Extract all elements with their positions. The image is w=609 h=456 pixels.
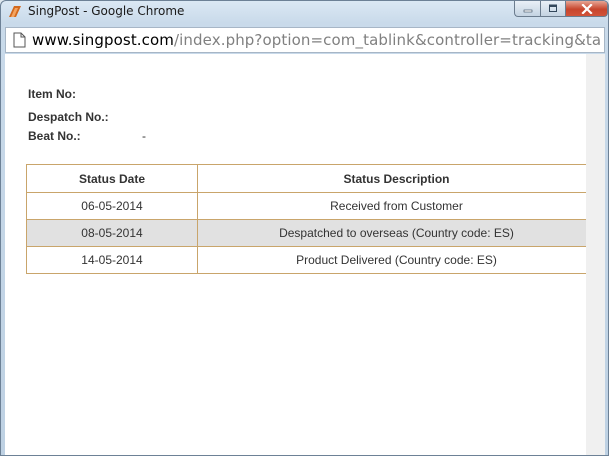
status-description-cell: Despatched to overseas (Country code: ES… <box>197 219 596 247</box>
page-icon <box>13 32 26 48</box>
status-description-header: Status Description <box>197 164 596 193</box>
beat-no-value: - <box>142 129 146 143</box>
despatch-no-label: Despatch No.: <box>28 110 109 124</box>
vertical-scrollbar[interactable] <box>586 54 605 455</box>
status-date-cell: 14-05-2014 <box>26 246 198 274</box>
status-date-cell: 06-05-2014 <box>26 192 198 220</box>
item-no-label: Item No: <box>28 87 76 101</box>
beat-no-label: Beat No.: <box>28 129 81 143</box>
close-button[interactable] <box>565 1 608 17</box>
table-header-row: Status Date Status Description <box>26 164 596 193</box>
url-path: /index.php?option=com_tablink&controller… <box>174 31 602 49</box>
maximize-icon <box>549 4 557 12</box>
url-host: www.singpost.com <box>32 31 175 49</box>
status-description-cell: Received from Customer <box>197 192 596 220</box>
status-description-cell: Product Delivered (Country code: ES) <box>197 246 596 274</box>
minimize-icon <box>523 9 532 12</box>
singpost-app-icon <box>9 6 21 17</box>
browser-window: SingPost - Google Chrome www.singpost.co… <box>0 0 609 456</box>
minimize-button[interactable] <box>514 1 540 17</box>
address-bar[interactable]: www.singpost.com/index.php?option=com_ta… <box>5 27 605 53</box>
url-text[interactable]: www.singpost.com/index.php?option=com_ta… <box>32 30 602 50</box>
table-row: 08-05-2014 Despatched to overseas (Count… <box>26 219 596 247</box>
title-bar[interactable]: SingPost - Google Chrome <box>1 1 608 23</box>
maximize-button[interactable] <box>540 1 565 17</box>
close-icon <box>580 3 593 14</box>
table-row: 14-05-2014 Product Delivered (Country co… <box>26 246 596 274</box>
status-table: Status Date Status Description 06-05-201… <box>26 164 596 274</box>
status-date-cell: 08-05-2014 <box>26 219 198 247</box>
window-title: SingPost - Google Chrome <box>28 4 185 18</box>
window-controls <box>514 1 608 17</box>
status-date-header: Status Date <box>26 164 198 193</box>
table-row: 06-05-2014 Received from Customer <box>26 192 596 220</box>
page-content: Item No: Despatch No.: Beat No.: - Statu… <box>5 54 596 455</box>
